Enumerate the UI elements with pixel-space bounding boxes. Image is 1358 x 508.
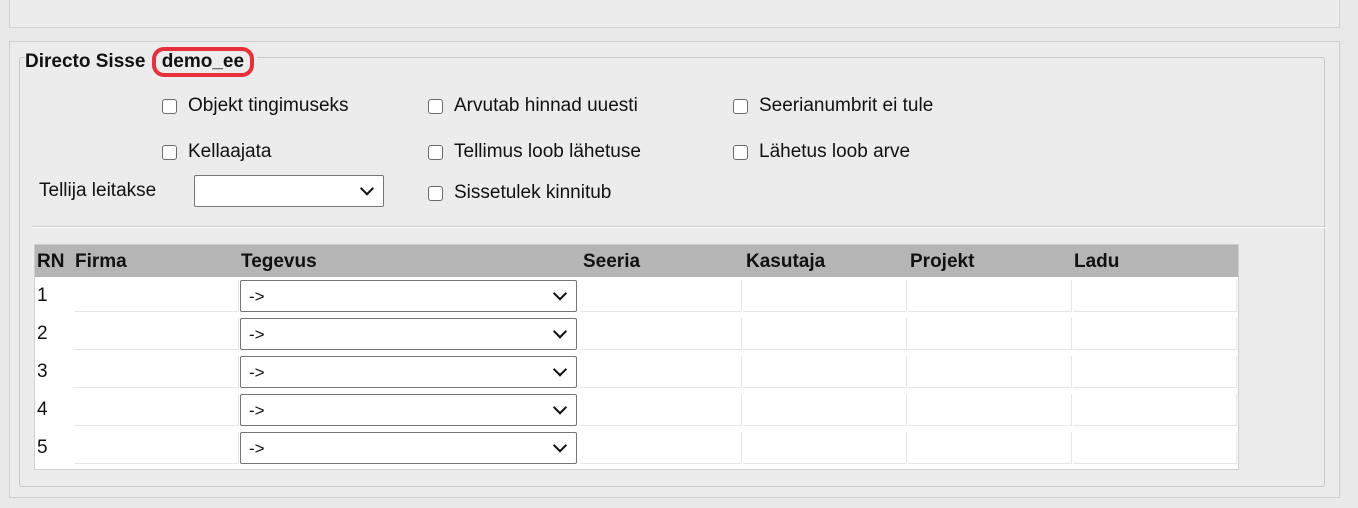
kasutaja-cell[interactable]: [743, 356, 907, 388]
section-divider: [32, 226, 1326, 228]
header-kasutaja: Kasutaja: [746, 251, 826, 272]
highlighted-user: demo_ee: [151, 47, 255, 77]
sissetulek-kinnitub-label: Sissetulek kinnitub: [454, 182, 612, 203]
table-row: 5 ->: [35, 429, 1238, 467]
firma-cell[interactable]: [74, 356, 239, 388]
kasutaja-cell[interactable]: [743, 318, 907, 350]
table-row: 4 ->: [35, 391, 1238, 429]
seerianumbrit-ei-tule-checkbox[interactable]: [733, 98, 748, 114]
ladu-cell[interactable]: [1073, 394, 1237, 426]
arvutab-hinnad-uuesti-checkbox[interactable]: [428, 98, 443, 114]
chevron-down-icon: [552, 400, 568, 415]
tellimus-loob-lahetuse-label: Tellimus loob lähetuse: [454, 141, 641, 162]
seeria-cell[interactable]: [580, 432, 742, 464]
seerianumbrit-ei-tule-option[interactable]: Seerianumbrit ei tule: [733, 95, 933, 117]
tegevus-value: ->: [249, 287, 265, 306]
header-tegevus: Tegevus: [241, 251, 317, 272]
row-number: 5: [37, 437, 48, 458]
header-projekt: Projekt: [910, 251, 975, 272]
fieldset-legend: Directo Sisse demo_ee: [25, 47, 258, 77]
seerianumbrit-ei-tule-label: Seerianumbrit ei tule: [759, 95, 934, 116]
ladu-cell[interactable]: [1073, 280, 1237, 312]
table-row: 3 ->: [35, 353, 1238, 391]
firma-cell[interactable]: [74, 280, 239, 312]
table-row: 2 ->: [35, 315, 1238, 353]
objekt-tingimuseks-label: Objekt tingimuseks: [188, 95, 349, 116]
projekt-cell[interactable]: [908, 356, 1072, 388]
legend-title: Directo Sisse: [25, 51, 146, 72]
lahetus-loob-arve-option[interactable]: Lähetus loob arve: [733, 141, 910, 163]
projekt-cell[interactable]: [908, 280, 1072, 312]
table-header: RN Firma Tegevus Seeria Kasutaja Projekt…: [35, 245, 1238, 277]
tegevus-select[interactable]: ->: [240, 394, 577, 426]
tellija-leitakse-select[interactable]: [194, 175, 384, 207]
chevron-down-icon: [552, 362, 568, 377]
tellija-leitakse-label: Tellija leitakse: [39, 180, 157, 201]
kellaajata-option[interactable]: Kellaajata: [162, 141, 271, 163]
arvutab-hinnad-uuesti-label: Arvutab hinnad uuesti: [454, 95, 638, 116]
top-panel: [9, 0, 1340, 28]
header-firma: Firma: [75, 251, 127, 272]
tellimus-loob-lahetuse-checkbox[interactable]: [428, 144, 443, 160]
projekt-cell[interactable]: [908, 394, 1072, 426]
firma-cell[interactable]: [74, 432, 239, 464]
chevron-down-icon: [552, 438, 568, 453]
objekt-tingimuseks-checkbox[interactable]: [162, 98, 177, 114]
table-row: 1 ->: [35, 277, 1238, 315]
seeria-cell[interactable]: [580, 280, 742, 312]
projekt-cell[interactable]: [908, 432, 1072, 464]
chevron-down-icon: [552, 324, 568, 339]
chevron-down-icon: [552, 286, 568, 301]
lahetus-loob-arve-checkbox[interactable]: [733, 144, 748, 160]
row-number: 4: [37, 399, 48, 420]
row-number: 1: [37, 285, 48, 306]
lahetus-loob-arve-label: Lähetus loob arve: [759, 141, 911, 162]
ladu-cell[interactable]: [1073, 356, 1237, 388]
arvutab-hinnad-uuesti-option[interactable]: Arvutab hinnad uuesti: [428, 95, 638, 117]
kellaajata-label: Kellaajata: [188, 141, 272, 162]
row-number: 2: [37, 323, 48, 344]
sissetulek-kinnitub-checkbox[interactable]: [428, 185, 443, 201]
kasutaja-cell[interactable]: [743, 432, 907, 464]
sissetulek-kinnitub-option[interactable]: Sissetulek kinnitub: [428, 182, 611, 204]
header-rn: RN: [37, 251, 65, 272]
tegevus-select[interactable]: ->: [240, 432, 577, 464]
projekt-cell[interactable]: [908, 318, 1072, 350]
chevron-down-icon: [359, 181, 375, 196]
header-seeria: Seeria: [583, 251, 641, 272]
seeria-cell[interactable]: [580, 356, 742, 388]
tegevus-value: ->: [249, 363, 265, 382]
objekt-tingimuseks-option[interactable]: Objekt tingimuseks: [162, 95, 349, 117]
tegevus-value: ->: [249, 401, 265, 420]
tegevus-select[interactable]: ->: [240, 280, 577, 312]
kellaajata-checkbox[interactable]: [162, 144, 177, 160]
header-ladu: Ladu: [1074, 251, 1120, 272]
firma-cell[interactable]: [74, 318, 239, 350]
seeria-cell[interactable]: [580, 318, 742, 350]
tegevus-select[interactable]: ->: [240, 356, 577, 388]
ladu-cell[interactable]: [1073, 432, 1237, 464]
tegevus-value: ->: [249, 325, 265, 344]
kasutaja-cell[interactable]: [743, 280, 907, 312]
kasutaja-cell[interactable]: [743, 394, 907, 426]
tegevus-select[interactable]: ->: [240, 318, 577, 350]
firma-cell[interactable]: [74, 394, 239, 426]
rules-table: RN Firma Tegevus Seeria Kasutaja Projekt…: [34, 244, 1239, 470]
ladu-cell[interactable]: [1073, 318, 1237, 350]
tegevus-value: ->: [249, 439, 265, 458]
row-number: 3: [37, 361, 48, 382]
tellimus-loob-lahetuse-option[interactable]: Tellimus loob lähetuse: [428, 141, 641, 163]
seeria-cell[interactable]: [580, 394, 742, 426]
